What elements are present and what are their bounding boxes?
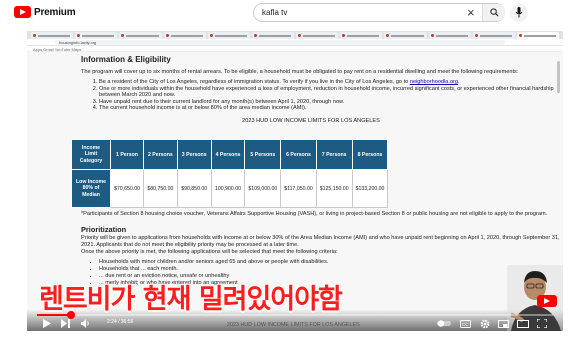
youtube-subscribe-logo xyxy=(537,295,557,307)
table-header: 5 Persons xyxy=(244,139,282,170)
inner-tab xyxy=(31,32,74,39)
prioritization-text: Priority will be given to applications f… xyxy=(81,235,560,248)
skip-next-icon xyxy=(61,319,70,328)
inner-bookmarks: Apps Gmail YouTube Maps xyxy=(33,47,82,52)
table-header-row: Income Limit Category 1 Person 2 Persons… xyxy=(71,139,389,170)
table-cell: $70,650.00 xyxy=(110,169,144,208)
youtube-header: Premium kafla tv × xyxy=(0,0,568,26)
neighborhoodla-link: neighborhoodla.org xyxy=(409,79,459,85)
inner-tab xyxy=(296,32,339,39)
microphone-icon xyxy=(515,7,523,18)
fullscreen-button[interactable] xyxy=(537,318,547,329)
table-cell: $80,750.00 xyxy=(142,169,178,208)
play-button[interactable] xyxy=(43,318,51,329)
priority-item: Households that ... each month. xyxy=(99,266,561,273)
search-button[interactable] xyxy=(482,4,505,21)
inner-tab xyxy=(119,32,162,39)
inner-tab xyxy=(384,32,427,39)
miniplayer-button[interactable] xyxy=(498,318,509,329)
inner-bookmarks-bar: Apps Gmail YouTube Maps xyxy=(27,46,563,52)
table-row: Low Income 80% of Median $70,650.00 $80,… xyxy=(71,169,389,208)
inner-url: housinginfo.lacity.org xyxy=(59,40,97,45)
youtube-logo[interactable]: Premium xyxy=(14,6,76,18)
theater-mode-icon xyxy=(517,319,529,328)
inner-tab xyxy=(428,32,471,39)
play-icon xyxy=(43,319,51,328)
document-body: Information & Eligibility The program wi… xyxy=(81,55,561,125)
theater-mode-button[interactable] xyxy=(517,318,529,329)
inner-tab xyxy=(340,32,383,39)
inner-tab-active xyxy=(516,32,560,39)
inner-scrollbar xyxy=(557,61,560,93)
requirement-item: One or more individuals within the house… xyxy=(99,86,561,99)
korean-caption: 렌트비가 현재 밀려있어야함 xyxy=(39,284,343,315)
settings-button[interactable] xyxy=(480,318,490,329)
inner-tab xyxy=(472,32,515,39)
progress-bar[interactable] xyxy=(37,311,553,319)
table-header: 8 Persons xyxy=(351,139,389,170)
youtube-premium-label: Premium xyxy=(34,6,76,18)
search-icon xyxy=(490,8,499,17)
table-cell: $133,200.00 xyxy=(351,169,389,208)
table-cell: $117,050.00 xyxy=(280,169,317,208)
requirement-item: Be a resident of the City of Los Angeles… xyxy=(99,79,561,86)
table-header: Income Limit Category xyxy=(71,139,111,170)
search-box[interactable]: kafla tv × xyxy=(253,3,505,22)
video-player[interactable]: housinginfo.lacity.org Apps Gmail YouTub… xyxy=(27,31,563,331)
search-input[interactable]: kafla tv xyxy=(262,8,287,17)
player-controls: 2:24 / 36:56 CC xyxy=(37,318,553,330)
miniplayer-icon xyxy=(498,319,509,328)
table-cell: $109,000.00 xyxy=(244,169,282,208)
prioritization-heading: Prioritization xyxy=(81,225,127,234)
priority-item: Households with minor children and/or se… xyxy=(99,259,561,266)
inner-tab xyxy=(163,32,206,39)
inner-address-bar: housinginfo.lacity.org xyxy=(27,39,563,46)
youtube-play-icon xyxy=(14,6,31,18)
inner-tab xyxy=(75,32,118,39)
table-header: 7 Persons xyxy=(315,139,353,170)
svg-text:CC: CC xyxy=(462,322,469,327)
table-header: 3 Persons xyxy=(176,139,212,170)
volume-button[interactable] xyxy=(81,318,91,329)
income-table-title: 2023 HUD LOW INCOME LIMITS FOR LOS ANGEL… xyxy=(242,117,380,124)
subtitles-button[interactable]: CC xyxy=(460,318,471,329)
requirements-list: Be a resident of the City of Los Angeles… xyxy=(99,79,561,112)
inner-browser-tabs xyxy=(27,31,563,39)
autoplay-toggle-icon xyxy=(437,320,451,327)
table-row-label: Low Income 80% of Median xyxy=(71,169,111,208)
income-limits-table: Income Limit Category 1 Person 2 Persons… xyxy=(71,139,389,208)
clear-search-icon[interactable]: × xyxy=(467,5,475,21)
progress-fill xyxy=(37,314,72,316)
requirement-item: The current household income is at or be… xyxy=(99,105,561,112)
eligibility-heading: Information & Eligibility xyxy=(81,55,171,64)
table-cell: $125,150.00 xyxy=(315,169,353,208)
table-cell: $90,850.00 xyxy=(176,169,212,208)
eligibility-footnote: *Participants of Section 8 housing choic… xyxy=(81,211,548,217)
autoplay-toggle[interactable] xyxy=(437,318,451,329)
inner-tab xyxy=(207,32,250,39)
inner-tab xyxy=(251,32,295,39)
requirement-item: Have unpaid rent due to their current la… xyxy=(99,99,561,106)
voice-search-button[interactable] xyxy=(510,4,528,22)
subtitles-icon: CC xyxy=(460,319,471,328)
time-display: 2:24 / 36:56 xyxy=(107,319,134,325)
fullscreen-icon xyxy=(537,319,547,328)
table-header: 6 Persons xyxy=(280,139,317,170)
priority-lead: Once the above priority is met, the foll… xyxy=(81,249,338,255)
table-header: 2 Persons xyxy=(142,139,178,170)
table-header: 4 Persons xyxy=(210,139,246,170)
gear-icon xyxy=(480,319,490,328)
next-button[interactable] xyxy=(61,318,70,329)
eligibility-intro: The program will cover up to six months … xyxy=(81,69,519,75)
document-footer: *Participants of Section 8 housing choic… xyxy=(81,211,561,287)
volume-icon xyxy=(81,319,89,328)
table-cell: 100,900.00 xyxy=(210,169,246,208)
table-header: 1 Person xyxy=(110,139,144,170)
